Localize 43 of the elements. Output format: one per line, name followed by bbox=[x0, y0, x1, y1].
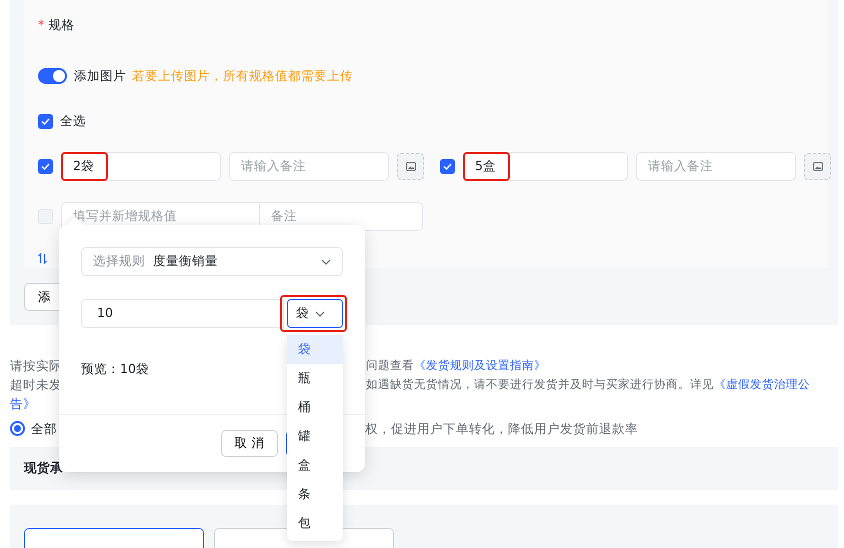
checkbox[interactable] bbox=[440, 158, 455, 174]
dropdown-option[interactable]: 包 bbox=[287, 509, 343, 538]
dropdown-option[interactable]: 盒 bbox=[287, 451, 343, 480]
notice-text: 权，促进用户下单转化，降低用户发货前退款率 bbox=[365, 420, 638, 438]
dropdown-option[interactable]: 瓶 bbox=[287, 364, 343, 393]
image-upload-button[interactable] bbox=[804, 152, 831, 180]
checkbox[interactable] bbox=[38, 114, 53, 128]
spec-value-field[interactable]: 5盒 bbox=[463, 152, 628, 180]
chevron-icon bbox=[321, 258, 331, 265]
spec-value-field[interactable]: 2袋 bbox=[61, 152, 221, 180]
image-icon bbox=[406, 162, 416, 170]
chevron-icon bbox=[315, 310, 325, 317]
check-icon bbox=[41, 162, 50, 170]
preview-text: 预览：10袋 bbox=[81, 361, 149, 376]
hint-text: 若要上传图片，所有规格值都需要上传 bbox=[132, 66, 353, 85]
notice-text: 问题查看《发货规则及设置指南》 bbox=[366, 357, 546, 374]
radio-button[interactable] bbox=[10, 421, 25, 436]
field-label: 规格 bbox=[48, 16, 74, 34]
sort-link[interactable] bbox=[38, 252, 47, 264]
checkbox-label: 全选 bbox=[60, 112, 86, 130]
dropdown-option[interactable]: 罐 bbox=[287, 422, 343, 451]
toggle-switch[interactable] bbox=[38, 68, 67, 84]
sort-icon bbox=[38, 252, 47, 264]
image-upload-button[interactable] bbox=[397, 152, 424, 180]
radio-label: 全部 bbox=[31, 420, 57, 438]
dropdown-option[interactable]: 袋 bbox=[287, 335, 343, 364]
notice-text: 如遇缺货无货情况，请不要进行发货并及时与买家进行协商。详见《虚假发货治理公 bbox=[366, 376, 810, 393]
link[interactable]: 告》 bbox=[10, 394, 36, 413]
dropdown-option[interactable]: 条 bbox=[287, 480, 343, 509]
link[interactable]: 《发货规则及设置指南》 bbox=[414, 358, 546, 372]
check-icon bbox=[443, 162, 452, 170]
unit-select[interactable]: 袋 bbox=[287, 299, 343, 328]
link[interactable]: 《虚假发货治理公 bbox=[714, 377, 810, 391]
required-mark: * bbox=[38, 16, 44, 34]
toggle-label: 添加图片 bbox=[74, 66, 126, 85]
image-icon bbox=[812, 162, 822, 170]
check-icon bbox=[41, 118, 50, 124]
option-card[interactable] bbox=[24, 528, 204, 548]
checkbox[interactable] bbox=[38, 158, 53, 174]
cancel-button[interactable]: 取 消 bbox=[221, 430, 278, 457]
amount-field[interactable]: 10 bbox=[81, 299, 284, 328]
rule-select[interactable]: 选择规则 度量衡销量 bbox=[81, 247, 343, 276]
dropdown-option[interactable]: 桶 bbox=[287, 393, 343, 422]
